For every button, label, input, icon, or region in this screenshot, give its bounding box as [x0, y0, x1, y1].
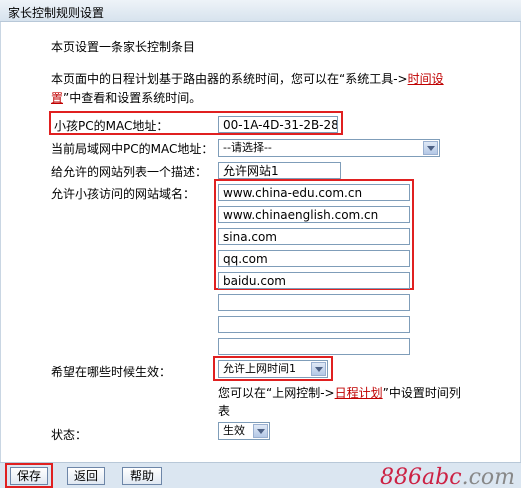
site-list-desc-field[interactable]: 允许网站1: [218, 162, 341, 179]
domain-field-1[interactable]: www.china-edu.com.cn: [218, 184, 410, 201]
schedule-select-value: 允许上网时间1: [223, 362, 296, 375]
status-select-value: 生效: [223, 424, 245, 437]
back-button[interactable]: 返回: [67, 467, 105, 485]
domain-field-3[interactable]: sina.com: [218, 228, 410, 245]
intro-text-suffix: ”中查看和设置系统时间。: [63, 91, 202, 105]
domain-field-7[interactable]: [218, 316, 410, 333]
window-title: 家长控制规则设置: [8, 6, 105, 20]
chevron-down-icon: [311, 362, 326, 376]
domain-field-4[interactable]: qq.com: [218, 250, 410, 267]
schedule-note-prefix: 您可以在“上网控制->: [218, 386, 335, 400]
chevron-down-icon: [423, 141, 438, 155]
site-list-desc-label: 给允许的网站列表一个描述：: [51, 165, 208, 179]
schedule-note: 您可以在“上网控制->日程计划”中设置时间列: [218, 384, 461, 401]
domain-field-8[interactable]: [218, 338, 410, 355]
allowed-domains-label: 允许小孩访问的网站域名：: [51, 187, 196, 201]
intro-text: 本页面中的日程计划基于路由器的系统时间，您可以在“系统工具->时间设: [51, 70, 444, 87]
schedule-plan-link[interactable]: 日程计划: [335, 386, 383, 400]
form-panel: 本页设置一条家长控制条目 本页面中的日程计划基于路由器的系统时间，您可以在“系统…: [0, 22, 521, 462]
status-label: 状态：: [51, 428, 88, 442]
status-select[interactable]: 生效: [218, 422, 270, 440]
lan-mac-label: 当前局域网中PC的MAC地址：: [51, 142, 214, 156]
schedule-select[interactable]: 允许上网时间1: [218, 360, 328, 378]
domain-field-5[interactable]: baidu.com: [218, 272, 410, 289]
time-settings-link[interactable]: 时间设: [408, 72, 444, 86]
schedule-label: 希望在哪些时候生效：: [51, 365, 172, 379]
time-settings-link-cont[interactable]: 置: [51, 91, 63, 105]
child-mac-field[interactable]: 00-1A-4D-31-2B-28: [218, 116, 338, 133]
domain-field-6[interactable]: [218, 294, 410, 311]
window-title-bar: 家长控制规则设置: [0, 0, 521, 22]
chevron-down-icon: [253, 424, 268, 438]
page-heading: 本页设置一条家长控制条目: [51, 40, 196, 54]
site-watermark: 886abc.com: [380, 465, 515, 490]
save-button[interactable]: 保存: [10, 467, 48, 485]
intro-text-line2: 置”中查看和设置系统时间。: [51, 89, 201, 106]
lan-mac-select-value: --请选择--: [223, 141, 272, 154]
schedule-note-line2: 表: [218, 404, 231, 418]
domain-field-2[interactable]: www.chinaenglish.com.cn: [218, 206, 410, 223]
schedule-note-suffix: ”中设置时间列: [382, 386, 461, 400]
intro-text-prefix: 本页面中的日程计划基于路由器的系统时间，您可以在“系统工具->: [51, 72, 408, 86]
child-mac-label: 小孩PC的MAC地址：: [54, 119, 169, 133]
footer-bar: 保存 返回 帮助 886abc.com: [0, 462, 521, 490]
lan-mac-select[interactable]: --请选择--: [218, 139, 440, 157]
help-button[interactable]: 帮助: [122, 467, 162, 485]
